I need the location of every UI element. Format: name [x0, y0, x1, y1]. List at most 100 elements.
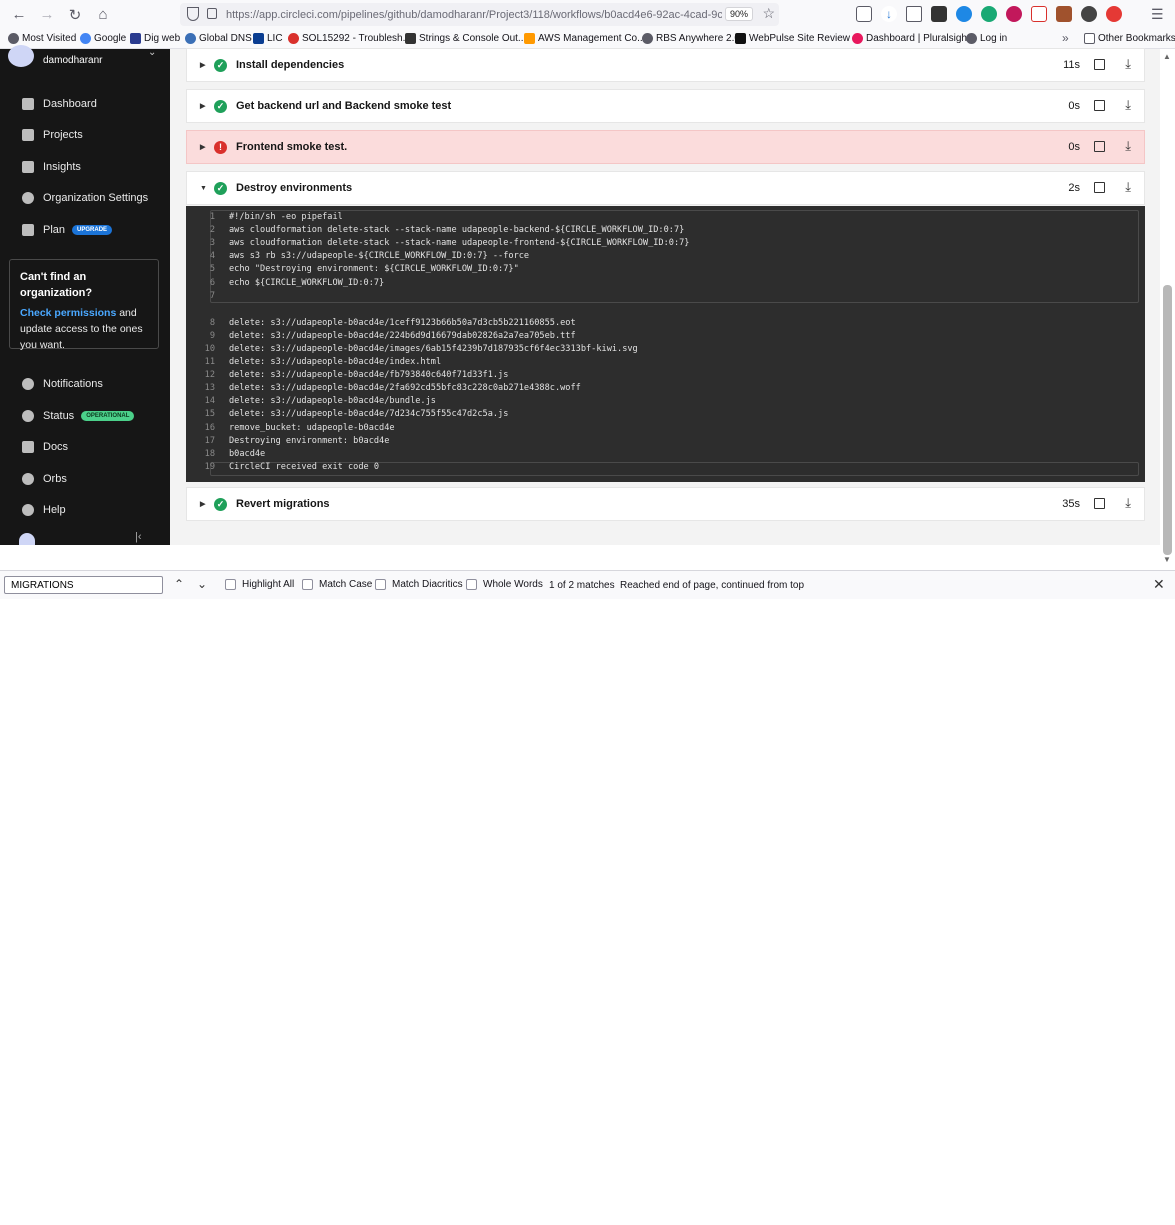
- user-avatar[interactable]: [19, 533, 35, 545]
- reader-icon[interactable]: [906, 6, 922, 22]
- find-next-icon[interactable]: ⌄: [197, 577, 207, 591]
- sidebar-item-projects[interactable]: Projects: [0, 123, 170, 147]
- checkbox-box[interactable]: [375, 579, 386, 590]
- forward-icon[interactable]: →: [34, 2, 60, 28]
- tracking-shield-icon[interactable]: [187, 7, 199, 21]
- bookmark-other-folder[interactable]: Other Bookmarks: [1084, 33, 1175, 44]
- highlight-all-checkbox[interactable]: Highlight All: [225, 579, 294, 590]
- find-input[interactable]: [4, 576, 163, 594]
- url-bar[interactable]: https://app.circleci.com/pipelines/githu…: [180, 3, 779, 26]
- checkbox-box[interactable]: [466, 579, 477, 590]
- bookmark-log-in[interactable]: Log in: [966, 33, 1007, 44]
- open-external-icon[interactable]: [1094, 498, 1105, 509]
- extension-multicolor-icon[interactable]: [1006, 6, 1022, 22]
- extension-brown-icon[interactable]: [1056, 6, 1072, 22]
- step-revert-migrations[interactable]: ▶ ✓ Revert migrations 35s ⤓: [186, 487, 1145, 521]
- avatar: [8, 45, 34, 67]
- check-permissions-link[interactable]: Check permissions: [20, 307, 116, 319]
- extension-red-box-icon[interactable]: [1031, 6, 1047, 22]
- home-icon[interactable]: ⌂: [90, 2, 116, 28]
- scroll-up-icon[interactable]: ▲: [1163, 52, 1171, 61]
- step-get-backend-url[interactable]: ▶ ✓ Get backend url and Backend smoke te…: [186, 89, 1145, 123]
- extension-green-icon[interactable]: [981, 6, 997, 22]
- sidebar-item-dashboard[interactable]: Dashboard: [0, 92, 170, 116]
- org-switcher[interactable]: damodharanr ⌄: [8, 45, 162, 71]
- console-line: 5 echo "Destroying environment: ${CIRCLE_…: [186, 263, 1136, 276]
- line-text: echo "Destroying environment: ${CIRCLE_W…: [229, 264, 519, 275]
- open-external-icon[interactable]: [1094, 100, 1105, 111]
- step-frontend-smoke-test[interactable]: ▶ ! Frontend smoke test. 0s ⤓: [186, 130, 1145, 164]
- find-previous-icon[interactable]: ⌃: [174, 577, 184, 591]
- line-number: 1: [209, 212, 215, 222]
- checkbox-box[interactable]: [302, 579, 313, 590]
- bookmark-star-icon[interactable]: ☆: [762, 5, 775, 22]
- whole-words-checkbox[interactable]: Whole Words: [466, 579, 543, 590]
- step-destroy-environments[interactable]: ▼ ✓ Destroy environments 2s ⤓: [186, 171, 1145, 205]
- bookmark-strings-console[interactable]: Strings & Console Out...: [405, 33, 526, 44]
- line-text: delete: s3://udapeople-b0acd4e/fb793840c…: [229, 370, 509, 381]
- step-name: Revert migrations: [236, 498, 330, 510]
- sidebar-item-status[interactable]: Status OPERATIONAL: [0, 404, 170, 428]
- zoom-level[interactable]: 90%: [724, 7, 753, 21]
- bookmark-aws[interactable]: AWS Management Co...: [524, 33, 645, 44]
- pocket-icon[interactable]: [856, 6, 872, 22]
- match-case-checkbox[interactable]: Match Case: [302, 579, 372, 590]
- match-diacritics-checkbox[interactable]: Match Diacritics: [375, 579, 463, 590]
- reload-icon[interactable]: ↻: [62, 2, 88, 28]
- sidebar-item-docs[interactable]: Docs: [0, 435, 170, 459]
- extension-puzzle-icon[interactable]: [931, 6, 947, 22]
- org-help-text: Check permissions and update access to t…: [20, 307, 143, 351]
- sidebar-item-plan[interactable]: Plan UPGRADE: [0, 218, 170, 242]
- download-icon[interactable]: ↓: [881, 6, 897, 22]
- download-icon[interactable]: ⤓: [1125, 138, 1131, 154]
- sidebar-item-orbs[interactable]: Orbs: [0, 467, 170, 491]
- bookmark-dig-web[interactable]: Dig web: [130, 33, 180, 44]
- bookmark-pluralsight[interactable]: Dashboard | Pluralsight: [852, 33, 970, 44]
- bookmark-rbs[interactable]: RBS Anywhere 2.0: [642, 33, 740, 44]
- download-icon[interactable]: ⤓: [1125, 495, 1131, 511]
- checkbox-box[interactable]: [225, 579, 236, 590]
- extension-heart-icon[interactable]: [1106, 6, 1122, 22]
- docs-icon: [22, 441, 34, 453]
- page-scrollbar[interactable]: ▲ ▼: [1160, 49, 1175, 569]
- step-duration: 11s: [1063, 59, 1080, 71]
- open-external-icon[interactable]: [1094, 141, 1105, 152]
- step-duration: 0s: [1068, 100, 1080, 112]
- bookmark-global-dns[interactable]: Global DNS: [185, 33, 252, 44]
- download-icon[interactable]: ⤓: [1125, 179, 1131, 195]
- scroll-down-icon[interactable]: ▼: [1163, 555, 1171, 564]
- collapse-sidebar-icon[interactable]: |‹: [135, 531, 142, 543]
- download-icon[interactable]: ⤓: [1125, 56, 1131, 72]
- hamburger-menu-icon[interactable]: ☰: [1151, 6, 1164, 23]
- bookmark-google[interactable]: Google: [80, 33, 126, 44]
- sidebar-item-organization-settings[interactable]: Organization Settings: [0, 186, 170, 210]
- bookmark-most-visited[interactable]: Most Visited: [8, 33, 76, 44]
- line-text: delete: s3://udapeople-b0acd4e/7d234c755…: [229, 409, 509, 420]
- lock-icon[interactable]: [207, 8, 217, 19]
- sidebar-footer: |‹: [19, 531, 151, 545]
- step-name: Frontend smoke test.: [236, 141, 348, 153]
- extension-blue-icon[interactable]: [956, 6, 972, 22]
- sidebar-item-insights[interactable]: Insights: [0, 155, 170, 179]
- lic-icon: [253, 33, 264, 44]
- sidebar-item-notifications[interactable]: Notifications: [0, 372, 170, 396]
- bookmark-sol15292[interactable]: SOL15292 - Troublesh...: [288, 33, 411, 44]
- download-icon[interactable]: ⤓: [1125, 97, 1131, 113]
- open-external-icon[interactable]: [1094, 182, 1105, 193]
- scrollbar-thumb[interactable]: [1163, 285, 1172, 555]
- open-external-icon[interactable]: [1094, 59, 1105, 70]
- browser-toolbar: ← → ↻ ⌂ https://app.circleci.com/pipelin…: [0, 0, 1175, 29]
- upgrade-badge[interactable]: UPGRADE: [72, 225, 113, 235]
- console-line: 2 aws cloudformation delete-stack --stack…: [186, 224, 1136, 237]
- url-text[interactable]: https://app.circleci.com/pipelines/githu…: [226, 9, 722, 21]
- back-icon[interactable]: ←: [6, 2, 32, 28]
- line-text: delete: s3://udapeople-b0acd4e/images/6a…: [229, 343, 638, 354]
- bookmark-lic[interactable]: LIC: [253, 33, 283, 44]
- extension-dark-icon[interactable]: [1081, 6, 1097, 22]
- close-icon[interactable]: ✕: [1153, 576, 1165, 593]
- sidebar-item-help[interactable]: Help: [0, 498, 170, 522]
- bookmarks-overflow-icon[interactable]: »: [1062, 31, 1069, 45]
- bookmark-webpulse[interactable]: WebPulse Site Review ...: [735, 33, 861, 44]
- step-install-dependencies[interactable]: ▶ ✓ Install dependencies 11s ⤓: [186, 48, 1145, 82]
- google-icon: [80, 33, 91, 44]
